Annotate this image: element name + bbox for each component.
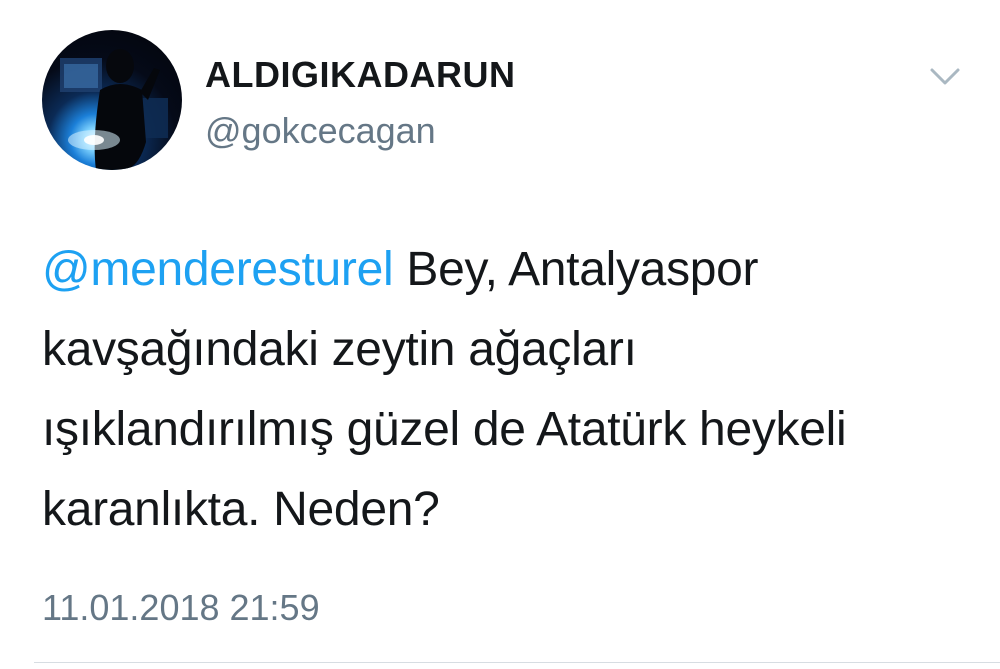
display-name[interactable]: ALDIGIKADARUN (205, 54, 515, 96)
avatar[interactable] (42, 30, 182, 170)
tweet-text-line: kavşağındaki zeytin ağaçları (42, 323, 637, 376)
user-handle[interactable]: @gokcecagan (205, 110, 515, 152)
tweet-text: @menderesturel Bey, Antalyaspor kavşağınd… (42, 230, 972, 550)
chevron-down-icon[interactable] (926, 62, 964, 90)
avatar-image (60, 49, 168, 170)
tweet-timestamp: 11.01.2018 21:59 (42, 587, 320, 628)
divider (34, 662, 1000, 663)
user-info[interactable]: ALDIGIKADARUN @gokcecagan (205, 54, 515, 152)
tweet-text-line: karanlıkta. Neden? (42, 483, 440, 536)
tweet-text-line: Bey, Antalyaspor (393, 243, 759, 296)
tweet-text-line: ışıklandırılmış güzel de Atatürk heykeli (42, 403, 847, 456)
mention-link[interactable]: @menderesturel (42, 243, 394, 296)
tweet-card[interactable]: ALDIGIKADARUN @gokcecagan @menderesturel… (0, 0, 1000, 669)
